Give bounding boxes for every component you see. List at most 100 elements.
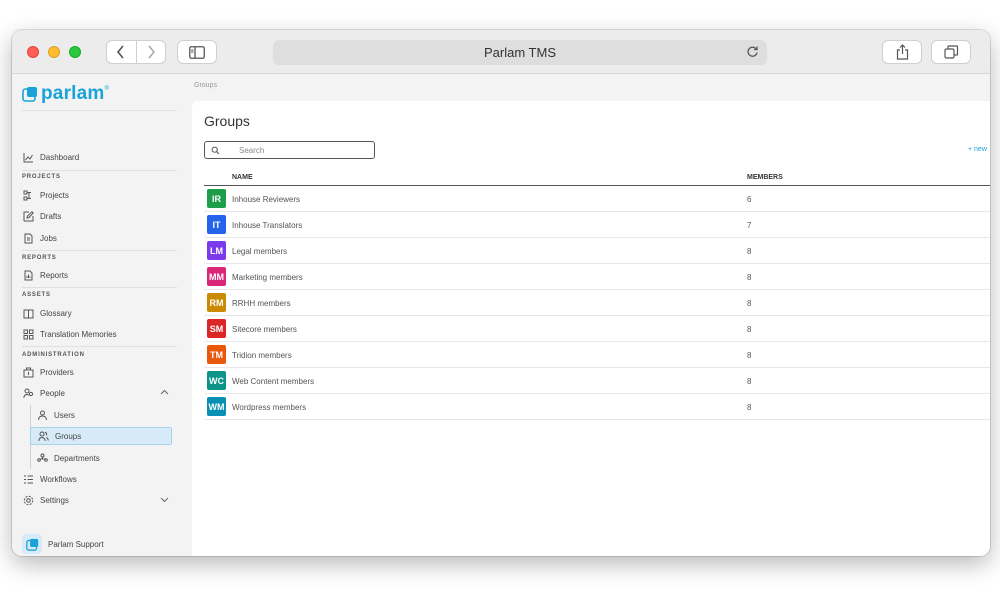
- sidebar-item-projects[interactable]: Projects: [22, 186, 172, 204]
- page-title: Groups: [204, 113, 250, 129]
- close-window-button[interactable]: [27, 46, 39, 58]
- sidebar-item-glossary[interactable]: Glossary: [22, 304, 172, 322]
- chevron-down-icon[interactable]: [160, 497, 169, 503]
- section-heading-administration: ADMINISTRATION: [22, 352, 85, 358]
- group-name[interactable]: Sitecore members: [232, 325, 297, 334]
- projects-icon: [22, 189, 34, 201]
- address-bar[interactable]: Parlam TMS: [273, 40, 767, 65]
- sidebar-item-label: Translation Memories: [40, 329, 117, 339]
- parlam-logo-icon: [22, 86, 38, 102]
- section-heading-assets: ASSETS: [22, 292, 51, 298]
- browser-window: Parlam TMS parlam ® Dashboard PROJECTS P…: [12, 30, 990, 556]
- group-avatar: IT: [207, 215, 226, 234]
- sidebar-item-label: Providers: [40, 367, 74, 377]
- zoom-window-button[interactable]: [69, 46, 81, 58]
- table-row[interactable]: MM Marketing members 8: [204, 264, 990, 290]
- sidebar-item-label: Projects: [40, 190, 69, 200]
- minimize-window-button[interactable]: [48, 46, 60, 58]
- group-members-count: 8: [747, 377, 752, 386]
- group-icon: [37, 430, 49, 442]
- page-title-in-address: Parlam TMS: [484, 45, 556, 60]
- tabs-icon: [943, 45, 958, 59]
- group-avatar: WC: [207, 371, 226, 390]
- providers-icon: [22, 366, 34, 378]
- support-link[interactable]: Parlam Support: [22, 534, 104, 554]
- table-header: NAME MEMBERS: [204, 171, 990, 186]
- sidebar-toggle-button[interactable]: [177, 40, 217, 64]
- breadcrumb[interactable]: Groups: [194, 82, 217, 89]
- departments-icon: [36, 452, 48, 464]
- table-body: IR Inhouse Reviewers 6 IT Inhouse Translato…: [204, 186, 990, 420]
- group-avatar: MM: [207, 267, 226, 286]
- parlam-logo[interactable]: parlam ®: [22, 83, 109, 105]
- sidebar-item-settings[interactable]: Settings: [22, 491, 172, 509]
- group-avatar: LM: [207, 241, 226, 260]
- forward-button[interactable]: [135, 41, 165, 63]
- sidebar-item-label: Departments: [54, 453, 100, 463]
- table-row[interactable]: RM RRHH members 8: [204, 290, 990, 316]
- sidebar-item-label: Dashboard: [40, 152, 80, 162]
- chevron-left-icon: [117, 45, 125, 59]
- table-row[interactable]: LM Legal members 8: [204, 238, 990, 264]
- sidebar-item-label: People: [40, 388, 65, 398]
- sidebar-item-reports[interactable]: Reports: [22, 266, 172, 284]
- column-header-members[interactable]: MEMBERS: [747, 174, 783, 181]
- sidebar-item-people[interactable]: People: [22, 384, 172, 402]
- group-members-count: 8: [747, 247, 752, 256]
- group-name[interactable]: Legal members: [232, 247, 287, 256]
- memory-grid-icon: [22, 328, 34, 340]
- search-field[interactable]: [204, 141, 375, 159]
- table-row[interactable]: WC Web Content members 8: [204, 368, 990, 394]
- table-row[interactable]: IT Inhouse Translators 7: [204, 212, 990, 238]
- section-heading-projects: PROJECTS: [22, 174, 61, 180]
- table-row[interactable]: TM Tridion members 8: [204, 342, 990, 368]
- chevron-right-icon: [148, 45, 156, 59]
- document-icon: [22, 232, 34, 244]
- group-name[interactable]: Inhouse Translators: [232, 221, 302, 230]
- sidebar-item-translation-memories[interactable]: Translation Memories: [22, 325, 172, 343]
- group-members-count: 8: [747, 325, 752, 334]
- back-button[interactable]: [107, 41, 136, 63]
- sidebar-item-providers[interactable]: Providers: [22, 363, 172, 381]
- group-avatar: TM: [207, 345, 226, 364]
- reload-icon[interactable]: [746, 45, 759, 63]
- search-icon: [211, 146, 220, 155]
- sidebar-item-workflows[interactable]: Workflows: [22, 470, 172, 488]
- people-icon: [22, 387, 34, 399]
- app-sidebar: parlam ® Dashboard PROJECTS Projects Dra…: [12, 74, 192, 556]
- logo-trademark: ®: [104, 86, 109, 92]
- sidebar-item-drafts[interactable]: Drafts: [22, 207, 172, 225]
- table-row[interactable]: SM Sitecore members 8: [204, 316, 990, 342]
- table-row[interactable]: WM Wordpress members 8: [204, 394, 990, 420]
- group-name[interactable]: RRHH members: [232, 299, 291, 308]
- sidebar-item-label: Groups: [55, 431, 82, 441]
- sidebar-item-jobs[interactable]: Jobs: [22, 229, 172, 247]
- group-avatar: IR: [207, 189, 226, 208]
- sidebar-item-departments[interactable]: Departments: [30, 449, 172, 467]
- sidebar-item-label: Reports: [40, 270, 69, 280]
- share-icon: [896, 44, 908, 60]
- column-header-name[interactable]: NAME: [232, 174, 253, 181]
- sidebar-item-label: Users: [54, 410, 75, 420]
- group-members-count: 8: [747, 403, 752, 412]
- main-panel: Groups + new NAME MEMBERS IR Inhouse Revi…: [192, 101, 990, 556]
- group-name[interactable]: Marketing members: [232, 273, 303, 282]
- sidebar-item-label: Glossary: [40, 308, 72, 318]
- share-button[interactable]: [882, 40, 922, 64]
- sidebar-item-dashboard[interactable]: Dashboard: [22, 148, 172, 166]
- new-group-link[interactable]: + new: [968, 146, 987, 153]
- group-name[interactable]: Tridion members: [232, 351, 292, 360]
- group-name[interactable]: Web Content members: [232, 377, 314, 386]
- sidebar-divider: [22, 170, 177, 171]
- group-name[interactable]: Wordpress members: [232, 403, 306, 412]
- chevron-up-icon[interactable]: [160, 389, 169, 395]
- group-name[interactable]: Inhouse Reviewers: [232, 195, 300, 204]
- sidebar-item-groups[interactable]: Groups: [30, 427, 172, 445]
- table-row[interactable]: IR Inhouse Reviewers 6: [204, 186, 990, 212]
- search-input[interactable]: [239, 144, 369, 156]
- history-nav: [106, 40, 166, 64]
- group-members-count: 8: [747, 299, 752, 308]
- sidebar-item-users[interactable]: Users: [30, 406, 172, 424]
- tab-overview-button[interactable]: [931, 40, 971, 64]
- section-heading-reports: REPORTS: [22, 255, 57, 261]
